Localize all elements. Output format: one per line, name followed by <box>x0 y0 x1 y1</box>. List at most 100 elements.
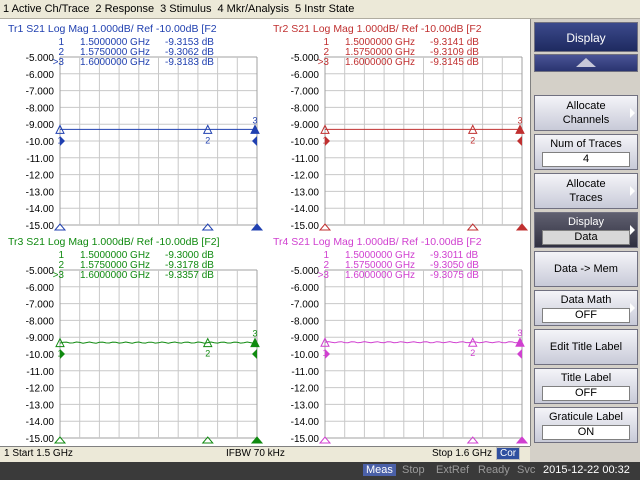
marker-number: 1 <box>322 348 327 358</box>
marker-number: 3 <box>252 329 257 339</box>
trace-title[interactable]: Tr4 S21 Log Mag 1.000dB/ Ref -10.00dB [F… <box>273 236 482 248</box>
marker-label: >3 <box>53 270 65 281</box>
trace-title[interactable]: Tr3 S21 Log Mag 1.000dB/ Ref -10.00dB [F… <box>8 236 220 248</box>
trace-marker-2[interactable]: 2 <box>467 124 478 145</box>
y-tick-label: -13.00 <box>291 400 320 411</box>
trace-marker-3[interactable]: 3 <box>515 328 525 347</box>
marker-readout-row: >3 1.6000000 GHz -9.3357 dB <box>53 270 215 281</box>
graticule-label-label: Graticule Label <box>549 411 623 423</box>
y-tick-label: -9.000 <box>26 333 55 344</box>
data-math-button[interactable]: Data Math OFF <box>534 290 638 326</box>
data-math-label: Data Math <box>560 294 612 306</box>
trace-panel-2[interactable]: Tr2 S21 Log Mag 1.000dB/ Ref -10.00dB [F… <box>265 19 530 232</box>
num-traces-value: 4 <box>542 152 630 167</box>
allocate-channels-button[interactable]: Allocate Channels <box>534 95 638 131</box>
trace-chart-2: Tr2 S21 Log Mag 1.000dB/ Ref -10.00dB [F… <box>273 23 529 232</box>
trace-marker-3[interactable]: 3 <box>515 115 525 134</box>
trace-panel-1[interactable]: Tr1 S21 Log Mag 1.000dB/ Ref -10.00dB [F… <box>0 19 265 232</box>
trace-marker-2[interactable]: 2 <box>202 124 213 145</box>
stop-indicator: Stop <box>402 464 425 476</box>
start-frequency: 1 Start 1.5 GHz <box>4 448 73 459</box>
trace-title[interactable]: Tr1 S21 Log Mag 1.000dB/ Ref -10.00dB [F… <box>8 23 217 35</box>
y-tick-label: -7.000 <box>26 300 55 311</box>
trace-title[interactable]: Tr2 S21 Log Mag 1.000dB/ Ref -10.00dB [F… <box>273 23 482 35</box>
reference-level-arrow-right <box>517 136 522 146</box>
trace-panel-4[interactable]: Tr4 S21 Log Mag 1.000dB/ Ref -10.00dB [F… <box>265 232 530 445</box>
trace-chart-1: Tr1 S21 Log Mag 1.000dB/ Ref -10.00dB [F… <box>8 23 264 232</box>
marker-number: 1 <box>57 349 62 359</box>
trace-panel-3[interactable]: Tr3 S21 Log Mag 1.000dB/ Ref -10.00dB [F… <box>0 232 265 445</box>
y-tick-label: -12.00 <box>26 384 55 395</box>
y-tick-label: -8.000 <box>291 316 320 327</box>
marker-number: 2 <box>470 348 475 358</box>
y-tick-label: -10.00 <box>291 137 320 148</box>
y-tick-label: -11.00 <box>26 154 54 165</box>
marker-number: 3 <box>517 115 522 125</box>
submenu-arrow-icon <box>630 108 635 118</box>
marker-number: 2 <box>205 349 210 359</box>
y-tick-label: -10.00 <box>26 350 55 361</box>
y-tick-label: -9.000 <box>291 333 320 344</box>
reference-level-arrow-right <box>517 349 522 359</box>
data-to-mem-label: Data -> Mem <box>554 263 618 275</box>
y-tick-label: -15.00 <box>26 434 55 445</box>
display-data-button[interactable]: Display Data <box>534 212 638 248</box>
menu-item-4[interactable]: 4 Mkr/Analysis <box>214 3 292 15</box>
title-label-label: Title Label <box>560 372 612 384</box>
y-tick-label: -6.000 <box>26 70 55 81</box>
y-tick-label: -11.00 <box>291 154 319 165</box>
trace-chart-3: Tr3 S21 Log Mag 1.000dB/ Ref -10.00dB [F… <box>8 236 264 445</box>
y-tick-label: -7.000 <box>291 87 320 98</box>
trace-chart-4: Tr4 S21 Log Mag 1.000dB/ Ref -10.00dB [F… <box>273 236 529 445</box>
edit-title-label-button[interactable]: Edit Title Label <box>534 329 638 365</box>
marker-label: >3 <box>318 270 330 281</box>
softkey-scroll-up-button[interactable] <box>534 54 638 72</box>
reference-level-arrow-right <box>252 349 257 359</box>
menu-item-3[interactable]: 3 Stimulus <box>157 3 214 15</box>
softkey-title-label: Display <box>566 31 606 45</box>
y-tick-label: -13.00 <box>291 187 320 198</box>
y-tick-label: -15.00 <box>291 221 320 232</box>
num-traces-label: Num of Traces <box>550 138 622 150</box>
trace-display-area: Tr1 S21 Log Mag 1.000dB/ Ref -10.00dB [F… <box>0 19 530 446</box>
softkey-title-display: Display <box>534 22 638 52</box>
num-traces-button[interactable]: Num of Traces 4 <box>534 134 638 170</box>
svc-indicator: Svc <box>517 464 536 476</box>
marker-value: -9.3183 dB <box>165 57 214 68</box>
submenu-arrow-icon <box>630 186 635 196</box>
ready-indicator: Ready <box>478 464 510 476</box>
allocate-traces-button[interactable]: Allocate Traces <box>534 173 638 209</box>
y-tick-label: -12.00 <box>291 384 320 395</box>
graticule-label-value: ON <box>542 425 630 440</box>
y-tick-label: -14.00 <box>291 204 320 215</box>
title-label-value: OFF <box>542 386 630 401</box>
extref-indicator: ExtRef <box>436 464 470 476</box>
menu-item-2[interactable]: 2 Response <box>92 3 157 15</box>
marker-number: 2 <box>470 135 475 145</box>
trace-marker-3[interactable]: 3 <box>250 115 260 134</box>
display-data-label: Display <box>567 216 605 228</box>
y-tick-label: -5.000 <box>291 53 320 64</box>
marker-number: 3 <box>252 115 257 125</box>
menu-item-1[interactable]: 1 Active Ch/Trace <box>0 3 92 15</box>
menu-item-5[interactable]: 5 Instr State <box>292 3 357 15</box>
marker-number: 1 <box>322 135 327 145</box>
marker-frequency: 1.6000000 GHz <box>80 270 150 281</box>
softkey-panel: Display Allocate Channels Num of Traces … <box>530 19 640 446</box>
marker-number: 1 <box>57 135 62 145</box>
allocate-channels-label: Allocate Channels <box>562 100 610 126</box>
y-tick-label: -13.00 <box>26 187 55 198</box>
stop-frequency: Stop 1.6 GHz <box>432 448 493 459</box>
chevron-up-icon <box>576 58 596 67</box>
graticule-label-button[interactable]: Graticule Label ON <box>534 407 638 443</box>
y-tick-label: -11.00 <box>26 367 54 378</box>
y-tick-label: -11.00 <box>291 367 319 378</box>
title-label-button[interactable]: Title Label OFF <box>534 368 638 404</box>
reference-level-arrow-right <box>252 136 257 146</box>
trace-marker-3[interactable]: 3 <box>250 329 260 348</box>
y-tick-label: -7.000 <box>291 300 320 311</box>
y-tick-label: -10.00 <box>26 137 55 148</box>
ifbw-readout: IFBW 70 kHz <box>226 448 285 459</box>
y-tick-label: -14.00 <box>291 417 320 428</box>
data-to-mem-button[interactable]: Data -> Mem <box>534 251 638 287</box>
